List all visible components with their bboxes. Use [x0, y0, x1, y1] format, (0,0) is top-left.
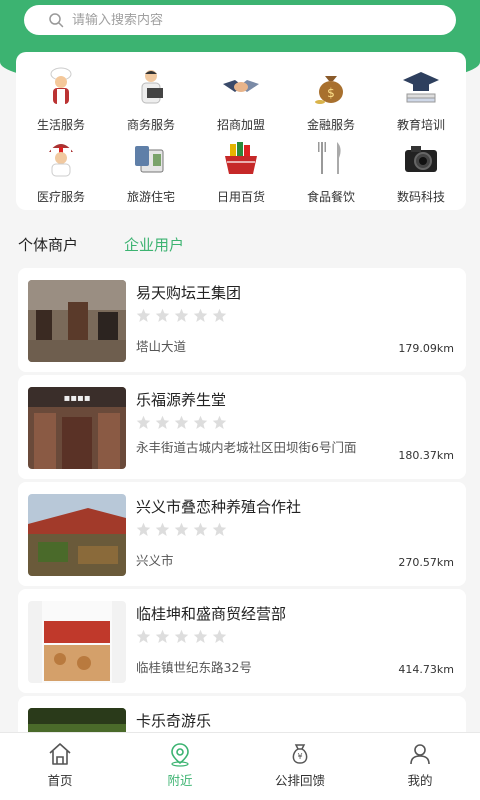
camera-icon	[405, 146, 437, 172]
bottom-tab-bar: 首页 附近 ¥ 公排回馈 我的	[0, 732, 480, 800]
svg-text:$: $	[327, 86, 335, 100]
category-label: 商务服务	[126, 118, 175, 132]
category-education[interactable]: 教育培训	[376, 62, 466, 134]
tab-label: 我的	[407, 773, 433, 788]
business-name: 易天购坛王集团	[136, 284, 242, 302]
business-photo	[28, 280, 126, 362]
category-label: 金融服务	[306, 118, 355, 132]
star-icon	[212, 415, 227, 429]
chef-icon	[50, 67, 72, 104]
star-icon	[193, 629, 208, 643]
location-pin-icon	[171, 743, 189, 767]
star-icon	[174, 308, 189, 322]
business-address: 塔山大道	[136, 339, 187, 354]
star-icon	[174, 629, 189, 643]
star-icon	[155, 629, 170, 643]
home-icon	[49, 743, 71, 765]
business-photo	[28, 494, 126, 576]
category-label: 生活服务	[36, 118, 85, 132]
tab-individual[interactable]: 个体商户	[18, 234, 78, 255]
star-icon	[193, 522, 208, 536]
travel-icon	[135, 146, 164, 173]
business-address: 永丰街道古城内老城社区田坝街6号门面	[136, 440, 357, 455]
star-icon	[212, 308, 227, 322]
category-label: 招商加盟	[216, 118, 265, 132]
search-bar[interactable]	[24, 5, 456, 35]
business-name: 兴义市叠恋种养殖合作社	[136, 498, 302, 516]
category-life-services[interactable]: 生活服务	[16, 62, 106, 134]
business-photo	[28, 601, 126, 683]
star-icon	[136, 522, 151, 536]
business-distance: 414.73km	[398, 663, 454, 676]
money-bag-icon: $	[315, 76, 343, 104]
tab-mine[interactable]: 我的	[360, 733, 480, 800]
user-icon	[410, 744, 430, 765]
category-daily-goods[interactable]: 日用百货	[196, 134, 286, 206]
business-list: 易天购坛王集团 塔山大道 179.09km ▪▪▪▪ 乐福源养生堂 永丰街道古城…	[18, 268, 466, 800]
list-item[interactable]: 易天购坛王集团 塔山大道 179.09km	[18, 268, 466, 372]
category-food-dining[interactable]: 食品餐饮	[286, 134, 376, 206]
business-distance: 270.57km	[398, 556, 454, 569]
rating-stars	[136, 308, 227, 323]
tab-label: 附近	[167, 773, 193, 788]
list-item[interactable]: ▪▪▪▪ 乐福源养生堂 永丰街道古城内老城社区田坝街6号门面 180.37km	[18, 375, 466, 479]
category-label: 日用百货	[216, 190, 265, 204]
category-medical[interactable]: 医疗服务	[16, 134, 106, 206]
graduation-cap-icon	[403, 72, 439, 103]
category-label: 旅游住宅	[126, 190, 175, 204]
star-icon	[174, 522, 189, 536]
star-icon	[155, 522, 170, 536]
star-icon	[212, 522, 227, 536]
category-business-services[interactable]: 商务服务	[106, 62, 196, 134]
businessman-icon	[141, 70, 163, 104]
category-grid: 生活服务 商务服务 招商加盟 $ 金融服务 教育培训 医疗服务 旅游住宅 日用百…	[16, 52, 466, 210]
business-name: 临桂坤和盛商贸经营部	[136, 605, 287, 623]
star-icon	[136, 629, 151, 643]
handshake-icon	[223, 80, 259, 92]
star-icon	[174, 415, 189, 429]
category-label: 食品餐饮	[306, 190, 355, 204]
category-label: 数码科技	[396, 190, 445, 204]
search-input[interactable]	[72, 12, 432, 28]
business-address: 临桂镇世纪东路32号	[136, 660, 252, 675]
business-address: 兴义市	[136, 553, 174, 568]
business-name: 乐福源养生堂	[136, 391, 227, 409]
list-item[interactable]: 临桂坤和盛商贸经营部 临桂镇世纪东路32号 414.73km	[18, 589, 466, 693]
tab-enterprise[interactable]: 企业用户	[124, 234, 184, 255]
business-name: 卡乐奇游乐	[136, 712, 212, 730]
star-icon	[155, 308, 170, 322]
business-photo: ▪▪▪▪	[28, 387, 126, 469]
category-label: 医疗服务	[36, 190, 85, 204]
list-item[interactable]: 兴义市叠恋种养殖合作社 兴义市 270.57km	[18, 482, 466, 586]
star-icon	[193, 415, 208, 429]
nurse-icon	[49, 144, 73, 177]
category-label: 教育培训	[396, 118, 445, 132]
category-franchise[interactable]: 招商加盟	[196, 62, 286, 134]
search-icon	[49, 13, 64, 28]
tab-feedback[interactable]: ¥ 公排回馈	[240, 733, 360, 800]
star-icon	[155, 415, 170, 429]
star-icon	[136, 308, 151, 322]
category-finance[interactable]: $ 金融服务	[286, 62, 376, 134]
business-distance: 179.09km	[398, 342, 454, 355]
money-bag-icon: ¥	[292, 744, 308, 764]
category-digital-tech[interactable]: 数码科技	[376, 134, 466, 206]
star-icon	[193, 308, 208, 322]
rating-stars	[136, 522, 227, 537]
merchant-type-tabs: 个体商户 企业用户	[0, 226, 480, 262]
rating-stars	[136, 629, 227, 644]
rating-stars	[136, 415, 227, 430]
shopping-basket-icon	[225, 142, 257, 174]
tab-home[interactable]: 首页	[0, 733, 120, 800]
business-distance: 180.37km	[398, 449, 454, 462]
tab-label: 公排回馈	[274, 773, 325, 788]
svg-text:¥: ¥	[297, 752, 302, 761]
tab-label: 首页	[47, 773, 73, 788]
star-icon	[136, 415, 151, 429]
svg-text:▪▪▪▪: ▪▪▪▪	[63, 393, 90, 404]
tab-nearby[interactable]: 附近	[120, 733, 240, 800]
cutlery-icon	[318, 142, 341, 174]
category-travel-housing[interactable]: 旅游住宅	[106, 134, 196, 206]
star-icon	[212, 629, 227, 643]
